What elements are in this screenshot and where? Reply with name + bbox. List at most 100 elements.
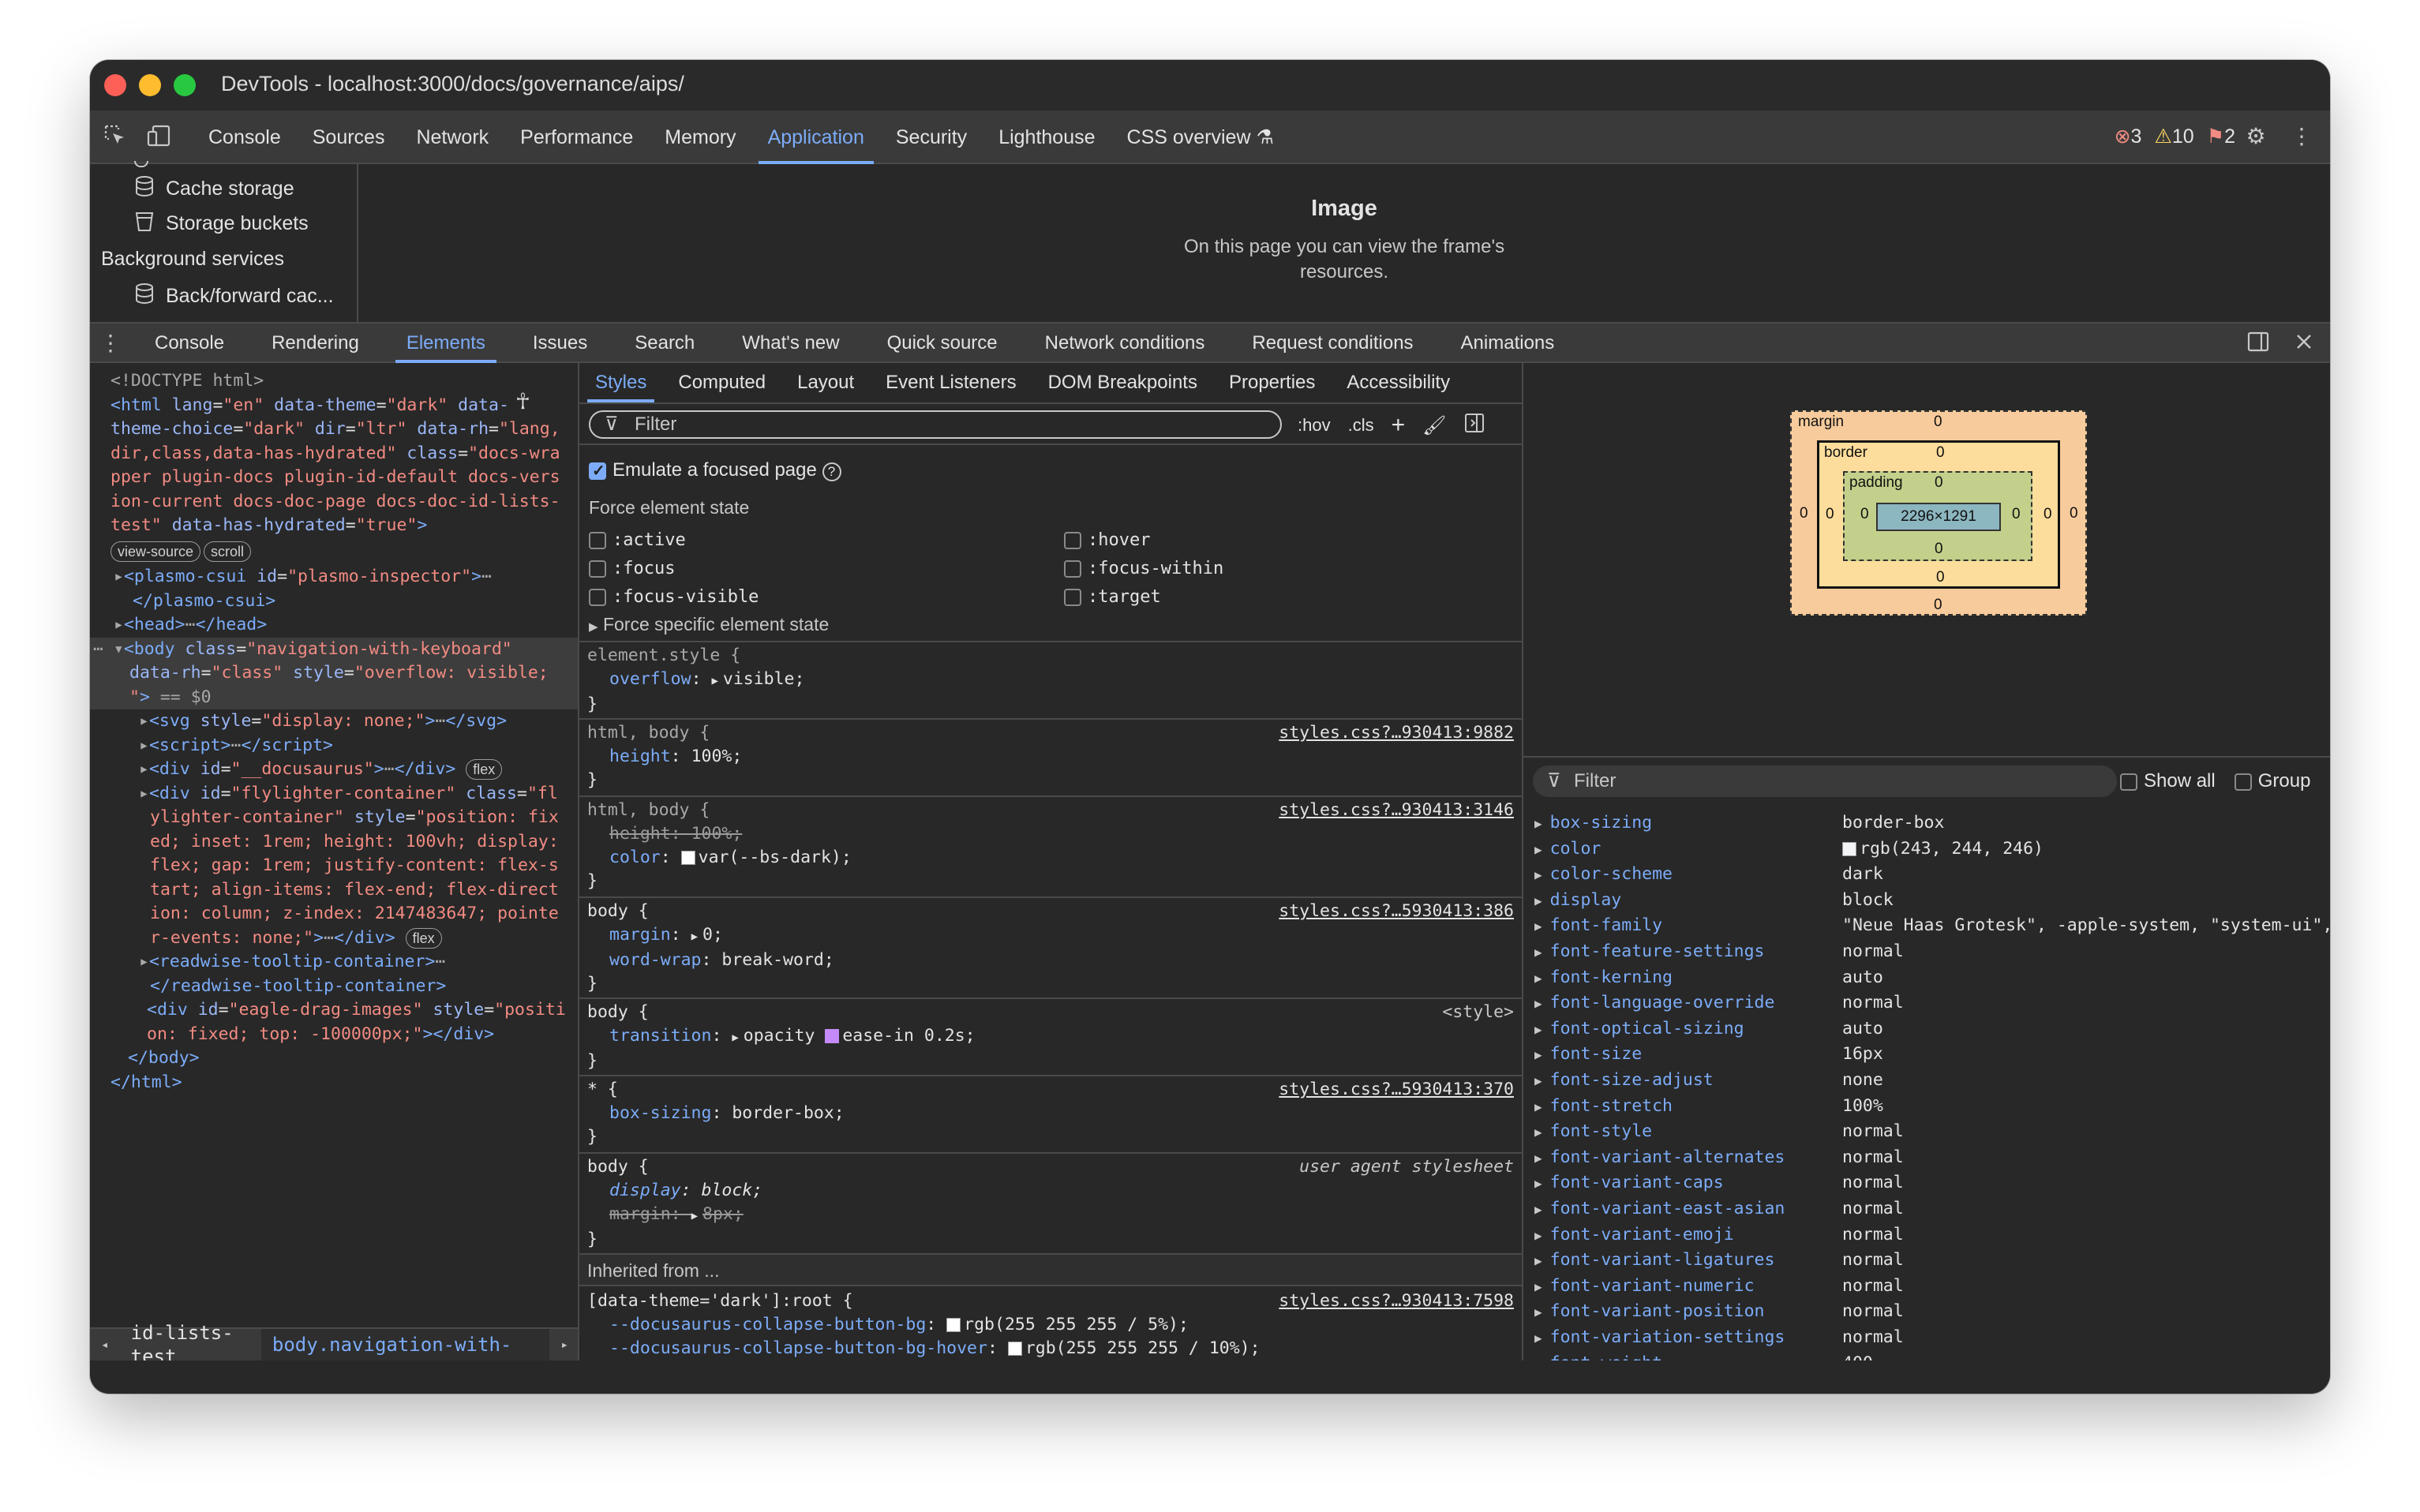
- computed-property-font-size-adjust[interactable]: ▶ font-size-adjust: [1534, 1070, 1714, 1090]
- rule-source-link[interactable]: styles.css?…5930413:386: [1279, 900, 1514, 923]
- style-declaration[interactable]: height: 100%;: [587, 745, 1514, 769]
- view-source-pill[interactable]: view-source: [111, 541, 201, 562]
- style-declaration[interactable]: margin: ▶ 0;: [587, 923, 1514, 949]
- color-swatch[interactable]: [1842, 841, 1856, 856]
- inspect-element-icon[interactable]: [99, 120, 131, 152]
- property-value[interactable]: rgb(255 255 255 / 10%);: [1025, 1338, 1261, 1358]
- state-focus-visible-checkbox[interactable]: :focus-visible: [589, 587, 759, 607]
- property-value[interactable]: 100%;: [691, 824, 743, 844]
- computed-property-font-variant-emoji[interactable]: ▶ font-variant-emoji: [1534, 1225, 1734, 1244]
- force-specific-state-toggle[interactable]: ▶ Force specific element state: [589, 614, 829, 635]
- expand-arrow-icon[interactable]: ▶: [1534, 971, 1542, 986]
- expand-arrow-icon[interactable]: ▶: [711, 675, 717, 687]
- property-value[interactable]: border-box;: [732, 1103, 844, 1123]
- dom-node-readwise[interactable]: ▸<readwise-tooltip-container>⋯: [111, 950, 578, 975]
- state-active-checkbox[interactable]: :active: [589, 530, 686, 550]
- flex-pill[interactable]: flex: [466, 759, 503, 780]
- styles-tab-event-listeners[interactable]: Event Listeners: [870, 363, 1032, 402]
- computed-property-font-family[interactable]: ▶ font-family: [1534, 915, 1662, 935]
- expand-arrow-icon[interactable]: ▶: [1534, 1022, 1542, 1037]
- rule-selector[interactable]: element.style {: [587, 644, 1514, 668]
- property-value[interactable]: ease-in 0.2s;: [842, 1026, 975, 1046]
- color-swatch[interactable]: [946, 1318, 961, 1332]
- expand-arrow-icon[interactable]: ▶: [732, 1031, 738, 1044]
- computed-property-font-variant-numeric[interactable]: ▶ font-variant-numeric: [1534, 1276, 1755, 1296]
- rule-source-link[interactable]: styles.css?…930413:9882: [1279, 721, 1514, 745]
- expand-arrow-icon[interactable]: ▶: [1534, 1330, 1542, 1345]
- computed-property-box-sizing[interactable]: ▶ box-sizing: [1534, 813, 1652, 833]
- breadcrumb-left-arrow-icon[interactable]: ◂: [90, 1333, 120, 1357]
- hov-toggle[interactable]: :hov: [1298, 415, 1331, 436]
- computed-property-font-variation-settings[interactable]: ▶ font-variation-settings: [1534, 1327, 1785, 1347]
- state-target-checkbox[interactable]: :target: [1064, 587, 1161, 607]
- drawer-tab-animations[interactable]: Animations: [1437, 324, 1579, 363]
- minimize-window-button[interactable]: [139, 74, 161, 96]
- sidebar-item-cache-storage[interactable]: Cache storage: [134, 175, 294, 203]
- flex-pill[interactable]: flex: [405, 927, 442, 949]
- computed-property-font-variant-alternates[interactable]: ▶ font-variant-alternates: [1534, 1147, 1785, 1167]
- group-checkbox[interactable]: Group: [2234, 770, 2310, 792]
- styles-tab-styles[interactable]: Styles: [579, 363, 662, 402]
- styles-tab-computed[interactable]: Computed: [662, 363, 781, 402]
- property-value[interactable]: var(--bs-dark);: [699, 848, 852, 867]
- drawer-tab-network-conditions[interactable]: Network conditions: [1021, 324, 1229, 363]
- tab-memory[interactable]: Memory: [649, 110, 751, 164]
- computed-property-font-optical-sizing[interactable]: ▶ font-optical-sizing: [1534, 1019, 1744, 1039]
- expand-arrow-icon[interactable]: ▶: [1534, 1099, 1542, 1114]
- expand-arrow-icon[interactable]: ▶: [1534, 1125, 1542, 1140]
- style-declaration[interactable]: --docusaurus-collapse-button-bg: rgb(255…: [587, 1313, 1514, 1337]
- expand-arrow-icon[interactable]: ▶: [1534, 1228, 1542, 1243]
- expand-arrow-icon[interactable]: ▶: [1534, 1151, 1542, 1166]
- expand-arrow-icon[interactable]: ▶: [1534, 1279, 1542, 1294]
- box-model-padding[interactable]: padding 0 0 0 0 2296×1291: [1843, 471, 2032, 561]
- dom-node-docusaurus[interactable]: ▸<div id="__docusaurus">⋯</div> flex: [111, 758, 578, 782]
- expand-arrow-icon[interactable]: ▶: [1534, 893, 1542, 908]
- expand-arrow-icon[interactable]: ▶: [1534, 1176, 1542, 1191]
- property-value[interactable]: visible;: [723, 669, 805, 689]
- computed-property-font-style[interactable]: ▶ font-style: [1534, 1121, 1652, 1141]
- computed-property-font-kerning[interactable]: ▶ font-kerning: [1534, 967, 1673, 987]
- settings-gear-icon[interactable]: ⚙: [2240, 120, 2272, 152]
- rule-source-link[interactable]: styles.css?…930413:3146: [1279, 799, 1514, 822]
- drawer-tab-what-s-new[interactable]: What's new: [718, 324, 863, 363]
- emulate-focused-checkbox[interactable]: Emulate a focused page ?: [589, 459, 841, 481]
- dom-node-flylighter[interactable]: ▸<div id="flylighter-container" class="f…: [111, 782, 578, 807]
- expand-arrow-icon[interactable]: ▶: [1534, 842, 1542, 857]
- computed-property-font-variant-ligatures[interactable]: ▶ font-variant-ligatures: [1534, 1250, 1774, 1270]
- style-declaration[interactable]: --docusaurus-collapse-button-bg-hover: r…: [587, 1337, 1514, 1360]
- expand-arrow-icon[interactable]: ▶: [1534, 1304, 1542, 1319]
- rule-selector[interactable]: body {: [587, 1001, 1514, 1024]
- paint-brush-icon[interactable]: 🖌: [1422, 414, 1446, 437]
- style-declaration[interactable]: overflow: ▶ visible;: [587, 668, 1514, 693]
- dom-node-svg[interactable]: ▸<svg style="display: none;">⋯</svg>: [111, 709, 578, 734]
- issues-counter[interactable]: ⊗3 ⚠10 ⚑2: [2115, 125, 2235, 148]
- sidebar-item-storage-buckets[interactable]: Storage buckets: [134, 210, 309, 238]
- property-value[interactable]: 8px;: [702, 1204, 744, 1224]
- toggle-sidebar-icon[interactable]: [1464, 413, 1485, 438]
- box-model-border[interactable]: border 0 0 0 0 padding 0 0 0 0 2296×1291: [1817, 440, 2060, 589]
- expand-arrow-icon[interactable]: ▶: [1534, 1073, 1542, 1088]
- tab-lighthouse[interactable]: Lighthouse: [983, 110, 1111, 164]
- color-swatch[interactable]: [1007, 1342, 1022, 1356]
- computed-property-display[interactable]: ▶ display: [1534, 890, 1621, 910]
- dom-node-plasmo-csui[interactable]: ▸<plasmo-csui id="plasmo-inspector">⋯: [111, 565, 578, 589]
- state-focus-checkbox[interactable]: :focus: [589, 559, 675, 578]
- device-toolbar-icon[interactable]: [144, 120, 175, 152]
- box-model-content[interactable]: 2296×1291: [1876, 503, 2001, 531]
- breadcrumb-item[interactable]: id-lists-test: [120, 1321, 261, 1361]
- dom-node-eagle[interactable]: <div id="eagle-drag-images" style="posit…: [111, 998, 578, 1023]
- property-value[interactable]: opacity: [744, 1026, 826, 1046]
- box-model-margin[interactable]: margin 0 0 0 0 border 0 0 0 0 padding 0 …: [1790, 410, 2087, 616]
- computed-property-color[interactable]: ▶ color: [1534, 839, 1601, 859]
- expand-arrow-icon[interactable]: ▶: [691, 1210, 698, 1222]
- computed-property-font-variant-east-asian[interactable]: ▶ font-variant-east-asian: [1534, 1199, 1785, 1218]
- drawer-tab-request-conditions[interactable]: Request conditions: [1228, 324, 1437, 363]
- property-value[interactable]: 0;: [702, 925, 723, 945]
- computed-property-font-weight[interactable]: ▶ font-weight: [1534, 1353, 1662, 1360]
- computed-property-font-feature-settings[interactable]: ▶ font-feature-settings: [1534, 941, 1764, 961]
- property-value[interactable]: 100%;: [691, 747, 743, 766]
- property-name[interactable]: box-sizing: [609, 1103, 711, 1123]
- property-name[interactable]: height: [609, 824, 671, 844]
- computed-property-font-variant-caps[interactable]: ▶ font-variant-caps: [1534, 1173, 1724, 1192]
- tab-performance[interactable]: Performance: [504, 110, 649, 164]
